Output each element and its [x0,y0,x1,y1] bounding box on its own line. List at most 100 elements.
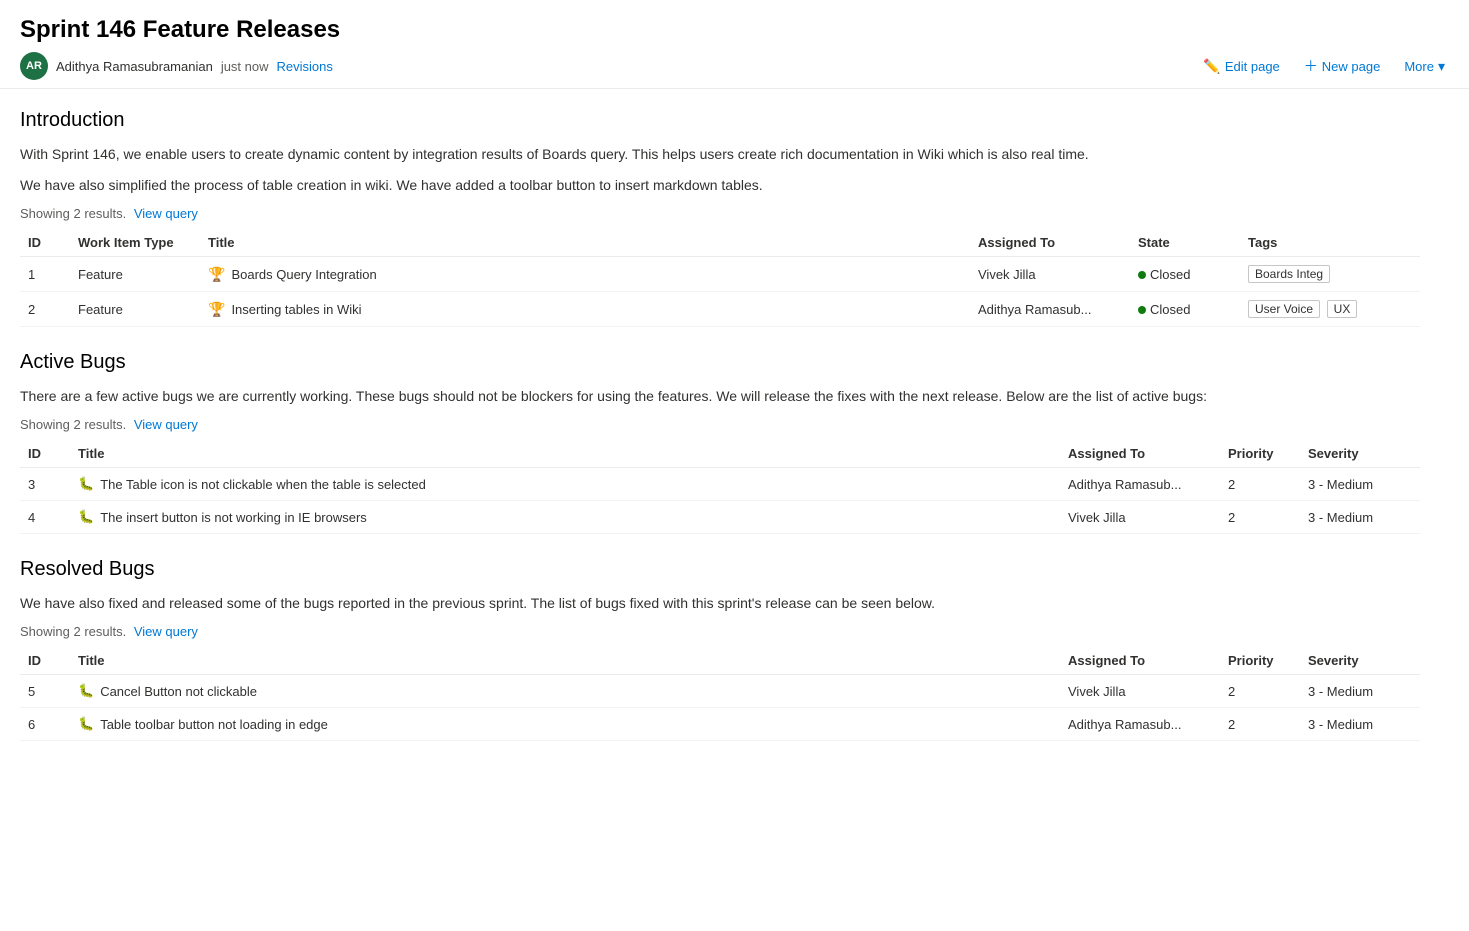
meta-left: AR Adithya Ramasubramanian just now Revi… [20,52,333,80]
status-dot [1138,306,1146,314]
row-title: 🏆 Inserting tables in Wiki [200,292,970,327]
section-title-intro: Introduction [20,109,1420,132]
col-header-assigned: Assigned To [1060,647,1220,675]
col-header-state: State [1130,229,1240,257]
col-header-id: ID [20,229,70,257]
row-title: 🐛 Cancel Button not clickable [70,675,1060,708]
more-button[interactable]: More ▾ [1400,56,1449,77]
row-id: 2 [20,292,70,327]
col-header-id: ID [20,440,70,468]
row-id: 5 [20,675,70,708]
timestamp: just now [221,59,269,74]
page-title: Sprint 146 Feature Releases [20,16,1449,44]
active-bugs-view-query-link[interactable]: View query [134,417,198,432]
row-severity: 3 - Medium [1300,501,1420,534]
row-id: 6 [20,708,70,741]
bug-icon: 🐛 [78,476,94,492]
row-tags: Boards Integ [1240,257,1420,292]
tag-pill: Boards Integ [1248,265,1330,283]
page-header: Sprint 146 Feature Releases AR Adithya R… [0,0,1469,89]
edit-icon: ✏️ [1203,58,1220,75]
author-name: Adithya Ramasubramanian [56,59,213,74]
row-type: Feature [70,257,200,292]
active-bugs-results-meta: Showing 2 results. View query [20,417,1420,432]
row-id: 1 [20,257,70,292]
resolved-bugs-paragraph: We have also fixed and released some of … [20,593,1420,614]
col-header-type: Work Item Type [70,229,200,257]
row-assigned: Adithya Ramasub... [1060,708,1220,741]
content: Introduction With Sprint 146, we enable … [0,89,1440,769]
plus-icon: ＋ [1304,56,1318,76]
row-priority: 2 [1220,468,1300,501]
status-dot [1138,271,1146,279]
table-row: 4 🐛 The insert button is not working in … [20,501,1420,534]
resolved-bugs-table: ID Title Assigned To Priority Severity 5… [20,647,1420,741]
new-page-button[interactable]: ＋ New page [1300,54,1385,78]
col-header-priority: Priority [1220,440,1300,468]
active-bugs-paragraph: There are a few active bugs we are curre… [20,386,1420,407]
row-title: 🐛 The Table icon is not clickable when t… [70,468,1060,501]
table-row: 1 Feature 🏆 Boards Query Integration Viv… [20,257,1420,292]
resolved-bugs-results-text: Showing 2 results. [20,624,126,639]
row-type: Feature [70,292,200,327]
intro-paragraph-1: With Sprint 146, we enable users to crea… [20,144,1420,165]
table-row: 2 Feature 🏆 Inserting tables in Wiki Adi… [20,292,1420,327]
feature-icon: 🏆 [208,266,225,283]
row-title: 🏆 Boards Query Integration [200,257,970,292]
row-title: 🐛 The insert button is not working in IE… [70,501,1060,534]
row-title: 🐛 Table toolbar button not loading in ed… [70,708,1060,741]
intro-paragraph-2: We have also simplified the process of t… [20,175,1420,196]
bug-icon: 🐛 [78,683,94,699]
resolved-bugs-view-query-link[interactable]: View query [134,624,198,639]
intro-results-text: Showing 2 results. [20,206,126,221]
bug-icon: 🐛 [78,716,94,732]
row-assigned: Adithya Ramasub... [1060,468,1220,501]
col-header-tags: Tags [1240,229,1420,257]
active-bugs-results-text: Showing 2 results. [20,417,126,432]
resolved-bugs-results-meta: Showing 2 results. View query [20,624,1420,639]
avatar: AR [20,52,48,80]
row-state: Closed [1130,292,1240,327]
section-title-active-bugs: Active Bugs [20,351,1420,374]
row-state: Closed [1130,257,1240,292]
row-id: 4 [20,501,70,534]
meta-right: ✏️ Edit page ＋ New page More ▾ [1199,54,1449,78]
col-header-assigned: Assigned To [970,229,1130,257]
col-header-title: Title [200,229,970,257]
intro-results-meta: Showing 2 results. View query [20,206,1420,221]
row-priority: 2 [1220,675,1300,708]
tag-pill: UX [1327,300,1358,318]
table-row: 5 🐛 Cancel Button not clickable Vivek Ji… [20,675,1420,708]
feature-icon: 🏆 [208,301,225,318]
col-header-severity: Severity [1300,440,1420,468]
col-header-priority: Priority [1220,647,1300,675]
row-assigned: Adithya Ramasub... [970,292,1130,327]
row-assigned: Vivek Jilla [1060,501,1220,534]
edit-page-button[interactable]: ✏️ Edit page [1199,56,1283,77]
col-header-title: Title [70,440,1060,468]
bug-icon: 🐛 [78,509,94,525]
intro-table: ID Work Item Type Title Assigned To Stat… [20,229,1420,327]
meta-bar: AR Adithya Ramasubramanian just now Revi… [20,52,1449,88]
resolved-bugs-table-header: ID Title Assigned To Priority Severity [20,647,1420,675]
row-assigned: Vivek Jilla [1060,675,1220,708]
col-header-id: ID [20,647,70,675]
active-bugs-table-header: ID Title Assigned To Priority Severity [20,440,1420,468]
col-header-title: Title [70,647,1060,675]
row-assigned: Vivek Jilla [970,257,1130,292]
tag-pill: User Voice [1248,300,1320,318]
row-severity: 3 - Medium [1300,468,1420,501]
row-priority: 2 [1220,708,1300,741]
table-row: 6 🐛 Table toolbar button not loading in … [20,708,1420,741]
section-title-resolved-bugs: Resolved Bugs [20,558,1420,581]
row-severity: 3 - Medium [1300,708,1420,741]
row-id: 3 [20,468,70,501]
col-header-assigned: Assigned To [1060,440,1220,468]
table-row: 3 🐛 The Table icon is not clickable when… [20,468,1420,501]
row-severity: 3 - Medium [1300,675,1420,708]
active-bugs-table: ID Title Assigned To Priority Severity 3… [20,440,1420,534]
row-tags: User Voice UX [1240,292,1420,327]
col-header-severity: Severity [1300,647,1420,675]
revisions-link[interactable]: Revisions [277,59,333,74]
intro-view-query-link[interactable]: View query [134,206,198,221]
